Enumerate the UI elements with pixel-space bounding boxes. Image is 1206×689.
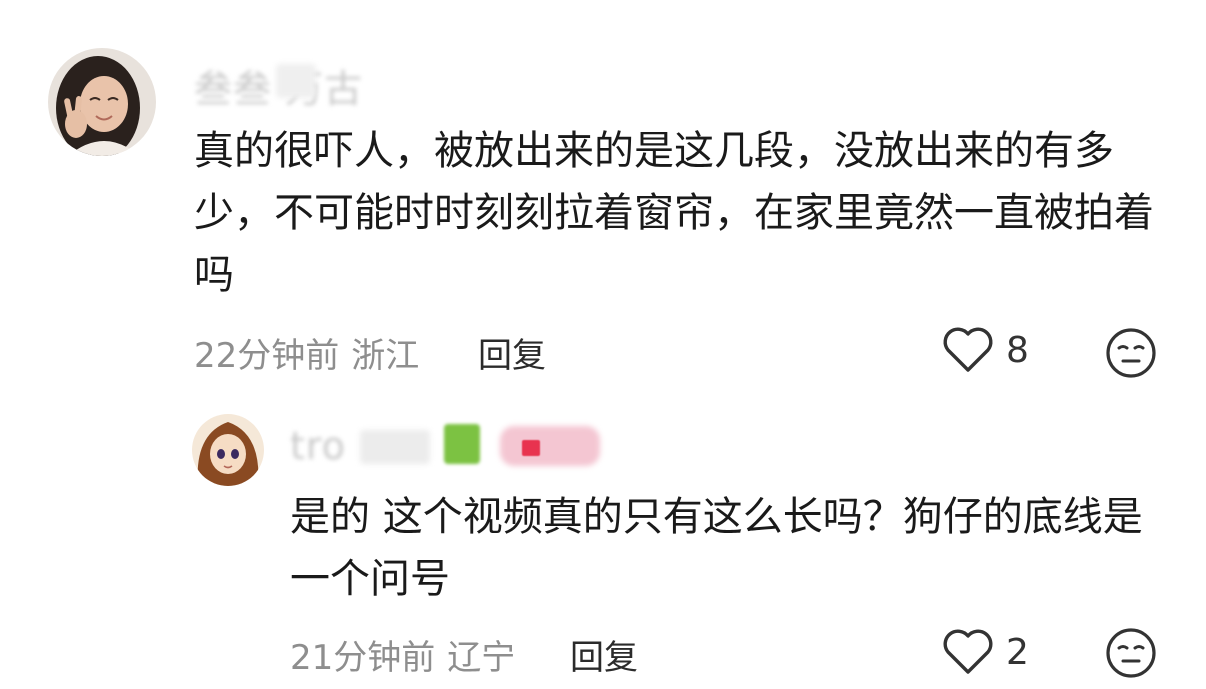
comment-meta: 22分钟前 浙江 xyxy=(194,328,419,377)
like-button[interactable]: 8 xyxy=(942,326,1029,374)
comment-time: 22分钟前 xyxy=(194,336,340,376)
like-button[interactable]: 2 xyxy=(942,628,1029,676)
reply-location: 辽宁 xyxy=(447,638,516,678)
comment-text: 真的很吓人，被放出来的是这几段，没放出来的有多少，不可能时时刻刻拉着窗帘，在家里… xyxy=(194,128,1154,298)
avatar[interactable] xyxy=(48,48,156,156)
reply-button[interactable]: 回复 xyxy=(478,328,546,377)
heart-outline-icon xyxy=(943,629,993,674)
reply-meta: 21分钟前 辽宁 xyxy=(290,630,515,679)
reply-time: 21分钟前 xyxy=(290,638,436,678)
reply-text: 是的 这个视频真的只有这么长吗？狗仔的底线是一个问号 xyxy=(290,494,1143,602)
username[interactable]: 叁叁 万古 xyxy=(194,58,374,111)
dislike-button[interactable] xyxy=(1104,326,1158,384)
title-badge xyxy=(500,426,600,466)
reply-button[interactable]: 回复 xyxy=(570,630,638,679)
username-mask xyxy=(276,64,316,98)
username[interactable]: tro xyxy=(290,424,610,472)
username-mask xyxy=(360,430,430,464)
meh-face-icon xyxy=(1106,328,1156,378)
title-badge-mark xyxy=(522,440,540,456)
level-badge xyxy=(444,424,480,464)
meh-face-icon xyxy=(1106,628,1156,678)
like-count: 2 xyxy=(1006,631,1029,673)
avatar[interactable] xyxy=(192,414,264,486)
like-count: 8 xyxy=(1006,329,1029,371)
dislike-button[interactable] xyxy=(1104,626,1158,684)
username-text: tro xyxy=(290,424,346,468)
comment-location: 浙江 xyxy=(351,336,420,376)
heart-outline-icon xyxy=(943,327,993,372)
